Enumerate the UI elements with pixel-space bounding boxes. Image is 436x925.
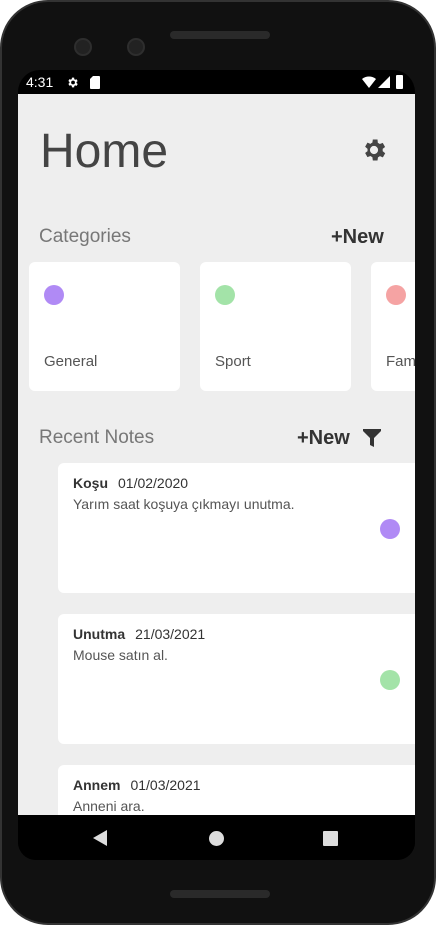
status-time: 4:31 [26, 74, 54, 90]
note-card[interactable]: Annem 01/03/2021 Anneni ara. [58, 765, 415, 815]
bottom-speaker [170, 890, 270, 898]
note-date: 01/02/2020 [118, 475, 189, 491]
recent-notes-heading: Recent Notes [39, 427, 155, 448]
battery-icon [396, 75, 403, 89]
category-name: General [44, 353, 98, 370]
category-color-dot [386, 285, 406, 305]
note-body: Yarım saat koşuya çıkmayı unutma. [73, 496, 295, 512]
settings-status-icon [68, 77, 78, 88]
note-color-dot [380, 670, 400, 690]
note-date: 01/03/2021 [130, 777, 201, 793]
note-card[interactable]: Unutma 21/03/2021 Mouse satın al. [58, 614, 415, 744]
home-button[interactable] [209, 831, 224, 846]
status-bar: 4:31 [18, 70, 415, 94]
wifi-icon [362, 76, 376, 88]
camera [74, 38, 92, 56]
note-body: Mouse satın al. [73, 647, 168, 663]
note-title: Koşu [73, 475, 108, 491]
note-title: Unutma [73, 626, 126, 642]
recents-button[interactable] [323, 831, 338, 846]
page-title: Home [40, 125, 169, 178]
filter-icon[interactable] [363, 429, 381, 447]
note-card[interactable]: Koşu 01/02/2020 Yarım saat koşuya çıkmayı… [58, 463, 415, 593]
sd-card-icon [90, 76, 100, 89]
categories-heading: Categories [39, 226, 131, 247]
category-color-dot [215, 285, 235, 305]
screen: 4:31 Home Categories +New General Sport … [18, 70, 415, 860]
back-button[interactable] [93, 830, 107, 846]
speaker [170, 31, 270, 39]
new-note-button[interactable]: +New [297, 427, 350, 450]
category-card[interactable]: General [29, 262, 180, 391]
note-body: Anneni ara. [73, 798, 145, 814]
new-category-button[interactable]: +New [331, 226, 384, 249]
category-color-dot [44, 285, 64, 305]
navigation-bar [18, 815, 415, 860]
settings-button[interactable] [360, 136, 388, 164]
note-date: 21/03/2021 [135, 626, 206, 642]
category-name: Family [386, 353, 415, 370]
note-title: Annem [73, 777, 121, 793]
category-name: Sport [215, 353, 251, 370]
note-color-dot [380, 519, 400, 539]
signal-icon [378, 76, 390, 88]
home-screen: Home Categories +New General Sport Famil… [18, 94, 415, 815]
category-card[interactable]: Sport [200, 262, 351, 391]
category-card[interactable]: Family [371, 262, 415, 391]
sensor [127, 38, 145, 56]
